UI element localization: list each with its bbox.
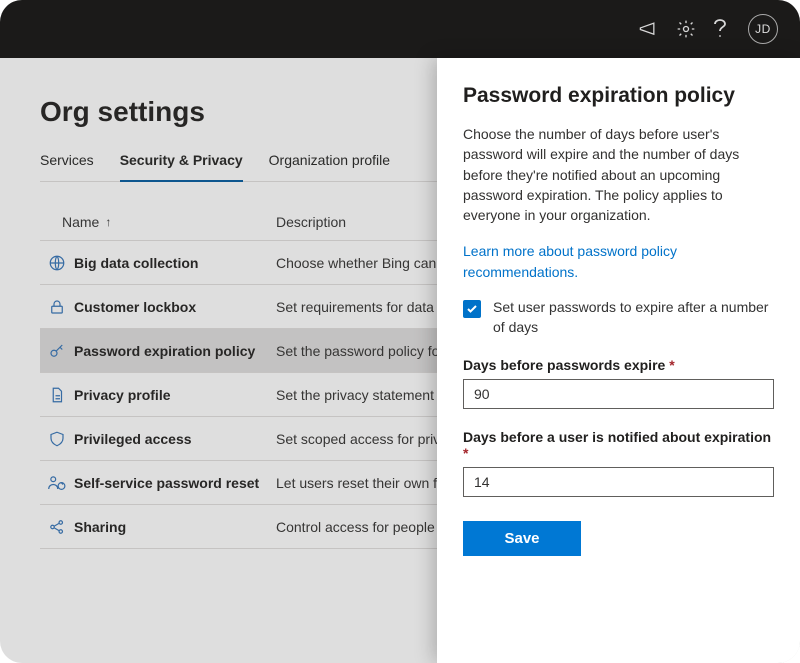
shield-icon — [40, 430, 74, 448]
panel-title: Password expiration policy — [463, 84, 774, 108]
settings-panel: Password expiration policy Choose the nu… — [437, 58, 800, 663]
share-icon — [40, 518, 74, 536]
row-name: Password expiration policy — [74, 343, 276, 359]
expire-checkbox-label: Set user passwords to expire after a num… — [493, 298, 774, 337]
row-name: Privacy profile — [74, 387, 276, 403]
row-name: Self-service password reset — [74, 475, 276, 491]
days-expire-input[interactable] — [463, 379, 774, 409]
tab-organization-profile[interactable]: Organization profile — [269, 152, 390, 181]
topbar: JD — [0, 0, 800, 58]
megaphone-icon[interactable] — [637, 20, 658, 39]
days-notify-input[interactable] — [463, 467, 774, 497]
days-notify-label: Days before a user is notified about exp… — [463, 429, 774, 461]
key-icon — [40, 342, 74, 360]
person-reset-icon — [40, 474, 74, 492]
globe-icon — [40, 254, 74, 272]
panel-description: Choose the number of days before user's … — [463, 124, 774, 225]
expire-checkbox-row: Set user passwords to expire after a num… — [463, 298, 774, 337]
sort-ascending-icon: ↑ — [105, 215, 111, 229]
column-name-label: Name — [62, 214, 99, 230]
row-name: Customer lockbox — [74, 299, 276, 315]
file-icon — [40, 386, 74, 404]
column-name-header[interactable]: Name ↑ — [62, 214, 276, 230]
row-name: Big data collection — [74, 255, 276, 271]
row-name: Privileged access — [74, 431, 276, 447]
tab-security-privacy[interactable]: Security & Privacy — [120, 152, 243, 182]
expire-checkbox[interactable] — [463, 300, 481, 318]
save-button[interactable]: Save — [463, 521, 581, 556]
days-expire-label: Days before passwords expire * — [463, 357, 774, 373]
learn-more-link[interactable]: Learn more about password policy recomme… — [463, 241, 774, 282]
help-icon[interactable] — [714, 19, 726, 39]
avatar[interactable]: JD — [748, 14, 778, 44]
lock-icon — [40, 298, 74, 316]
gear-icon[interactable] — [676, 19, 696, 39]
row-name: Sharing — [74, 519, 276, 535]
tab-services[interactable]: Services — [40, 152, 94, 181]
